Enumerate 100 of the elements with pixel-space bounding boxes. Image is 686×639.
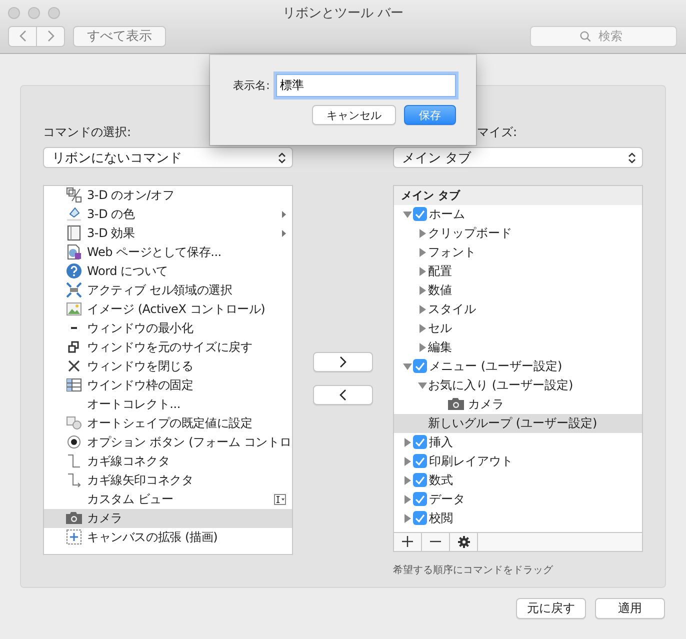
tree-item[interactable]: 校閲 (394, 508, 642, 528)
name-field[interactable]: 標準 (276, 74, 456, 97)
selection-icon (66, 282, 82, 298)
command-item[interactable]: 3-D の色 (44, 204, 292, 224)
tree-item[interactable]: セル (394, 318, 642, 338)
expand-triangle-icon[interactable] (418, 304, 427, 314)
cancel-button[interactable]: キャンセル (312, 105, 396, 125)
command-item[interactable]: アクティブ セル領域の選択 (44, 280, 292, 300)
command-item[interactable]: オートコレクト... (44, 394, 292, 414)
command-item[interactable]: ウィンドウの最小化 (44, 318, 292, 338)
command-item[interactable]: オプション ボタン (フォーム コントロ (44, 432, 292, 452)
tree-item[interactable]: メニュー (ユーザー設定) (394, 356, 642, 376)
checkbox[interactable] (413, 207, 427, 221)
field-label: マイズ: (476, 124, 518, 141)
expand-triangle-icon[interactable] (418, 228, 427, 238)
revert-button[interactable]: 元に戻す (516, 598, 586, 619)
command-item[interactable]: カメラ (44, 508, 292, 528)
dropdown[interactable]: メイン タブ (393, 147, 643, 168)
tree-item[interactable]: フォント (394, 242, 642, 262)
expand-triangle-icon[interactable] (403, 438, 412, 446)
checkbox[interactable] (413, 454, 427, 468)
tree-item[interactable]: クリップボード (394, 224, 642, 242)
field-label: 表示名: (232, 78, 270, 93)
canvas-expand-icon (66, 529, 82, 545)
command-item[interactable]: カギ線矢印コネクタ (44, 470, 292, 490)
plus-icon (402, 536, 413, 547)
command-item[interactable]: カスタム ビュー (44, 490, 292, 508)
expand-triangle-icon[interactable] (403, 494, 412, 504)
expand-triangle-icon[interactable] (403, 456, 412, 466)
expand-triangle-icon[interactable] (403, 514, 412, 522)
box-icon (66, 225, 82, 241)
expand-triangle-icon[interactable] (418, 324, 427, 332)
collapse-triangle-icon[interactable] (403, 362, 412, 370)
help-icon (66, 263, 82, 279)
tree-item[interactable]: 数値 (394, 280, 642, 300)
expand-triangle-icon[interactable] (418, 266, 427, 276)
tree-item[interactable]: お気に入り (ユーザー設定) (394, 376, 642, 394)
search-field[interactable]: 検索 (530, 26, 677, 46)
web-page-icon (66, 244, 82, 260)
tree-item[interactable]: 数式 (394, 470, 642, 490)
camera-icon (66, 512, 82, 524)
text-box-dropdown-icon (274, 494, 286, 504)
command-item[interactable]: 3-D のオン/オフ (44, 186, 292, 204)
grid-icon (66, 377, 82, 393)
connector-icon (66, 453, 82, 469)
expand-triangle-icon[interactable] (418, 342, 427, 352)
chevron-left-icon (339, 388, 347, 401)
chevron-right-icon (46, 30, 54, 42)
tree-item[interactable]: 編集 (394, 338, 642, 356)
close-icon (66, 358, 82, 374)
radio-icon (66, 434, 82, 450)
checkbox[interactable] (413, 435, 427, 449)
arrow-connector-icon (66, 472, 82, 488)
image-icon (66, 301, 82, 317)
updown-icon (628, 152, 636, 164)
command-item[interactable]: イメージ (ActiveX コントロール) (44, 300, 292, 318)
apply-button[interactable]: 適用 (595, 598, 665, 619)
command-item[interactable]: Word について (44, 262, 292, 280)
list-header: メイン タブ (394, 186, 642, 204)
checkbox[interactable] (413, 359, 427, 373)
show-all-button[interactable]: すべて表示 (73, 26, 166, 46)
tree-item[interactable]: カメラ (394, 394, 642, 414)
checkbox[interactable] (413, 511, 427, 525)
command-item[interactable]: 3-D 効果 (44, 224, 292, 242)
command-item[interactable]: キャンバスの拡張 (描画) (44, 528, 292, 546)
updown-icon (278, 152, 286, 164)
shapes-icon (66, 415, 82, 431)
settings-icon (458, 536, 470, 548)
tree-item[interactable]: 印刷レイアウト (394, 452, 642, 470)
tree-item[interactable]: ホーム (394, 204, 642, 224)
tree-item[interactable]: スタイル (394, 300, 642, 318)
search-icon (580, 30, 591, 42)
command-item[interactable]: ウィンドウを閉じる (44, 356, 292, 376)
tree-item[interactable]: 配置 (394, 262, 642, 280)
tree-item[interactable]: 新しいグループ (ユーザー設定) (394, 414, 642, 432)
hint-text: 希望する順序にコマンドをドラッグ (393, 564, 554, 576)
expand-triangle-icon[interactable] (418, 248, 427, 256)
command-item[interactable]: カギ線コネクタ (44, 452, 292, 470)
collapse-triangle-icon[interactable] (418, 380, 427, 390)
chevron-left-icon (18, 30, 26, 42)
expand-triangle-icon[interactable] (403, 476, 412, 484)
dropdown[interactable]: リボンにないコマンド (43, 147, 293, 168)
collapse-triangle-icon[interactable] (403, 210, 412, 218)
checkbox[interactable] (413, 492, 427, 506)
window-title: リボンとツール バー (282, 4, 404, 22)
minimize-icon (71, 327, 77, 329)
chevron-right-icon (339, 356, 347, 368)
tree-item[interactable]: データ (394, 490, 642, 508)
command-item[interactable]: ウインドウ枠の固定 (44, 376, 292, 394)
tree-item[interactable]: 挿入 (394, 432, 642, 452)
minus-icon (430, 540, 441, 543)
camera-icon (448, 398, 464, 410)
command-item[interactable]: Web ページとして保存... (44, 242, 292, 262)
restore-icon (66, 339, 82, 355)
checkbox[interactable] (413, 473, 427, 487)
field-label: コマンドの選択: (43, 124, 132, 141)
command-item[interactable]: オートシェイプの既定値に設定 (44, 414, 292, 432)
cube-toggle-icon (66, 187, 82, 203)
command-item[interactable]: ウィンドウを元のサイズに戻す (44, 338, 292, 356)
expand-triangle-icon[interactable] (418, 286, 427, 294)
